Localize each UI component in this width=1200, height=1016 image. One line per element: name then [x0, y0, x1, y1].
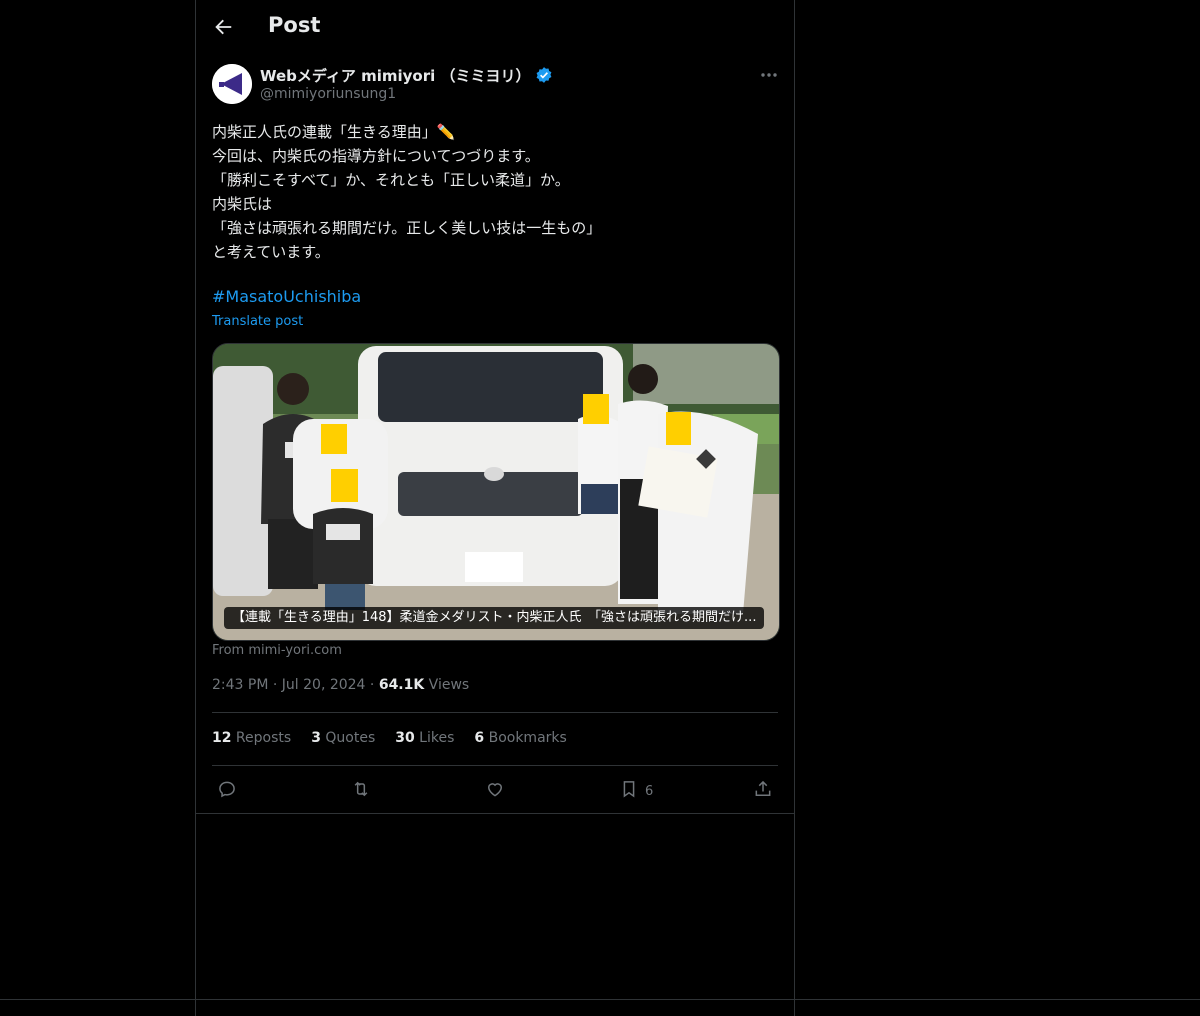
likes-label: Likes	[414, 730, 455, 746]
page-title: Post	[268, 13, 321, 37]
bookmarks-stat[interactable]: 6 Bookmarks	[474, 730, 566, 746]
back-arrow-icon[interactable]	[212, 16, 234, 38]
translate-post-link[interactable]: Translate post	[212, 314, 303, 329]
repost-icon	[351, 779, 371, 803]
more-options-icon[interactable]	[758, 66, 780, 84]
likes-stat[interactable]: 30 Likes	[395, 730, 454, 746]
bookmarks-label: Bookmarks	[484, 730, 567, 746]
card-photo	[213, 344, 779, 640]
verified-badge-icon	[535, 66, 553, 84]
bookmarks-count: 6	[474, 730, 485, 746]
divider	[212, 765, 778, 766]
divider	[196, 813, 794, 814]
views-count: 64.1K	[378, 677, 425, 693]
bookmark-icon	[619, 779, 639, 803]
views-label: Views	[424, 677, 470, 693]
tweet-line: 「勝利こそすべて」か、それとも「正しい柔道」か。	[212, 171, 570, 189]
repost-button[interactable]	[351, 780, 371, 802]
engagement-stats: 12 Reposts 3 Quotes 30 Likes 6 Bookmarks	[212, 730, 567, 746]
card-source-link[interactable]: From mimi-yori.com	[212, 643, 342, 658]
bookmark-button[interactable]: 6	[619, 780, 653, 802]
share-button[interactable]	[753, 780, 773, 802]
author-display-name[interactable]: Webメディア mimiyori （ミミヨリ）	[260, 65, 530, 86]
meta-separator: ·	[365, 677, 379, 693]
divider	[212, 712, 778, 713]
like-button[interactable]	[485, 780, 505, 802]
reply-button[interactable]	[217, 780, 237, 802]
bookmark-count: 6	[645, 783, 654, 799]
post-time[interactable]: 2:43 PM	[212, 677, 268, 693]
page-bottom-border	[0, 999, 1200, 1000]
post-date[interactable]: Jul 20, 2024	[282, 677, 366, 693]
tweet-line: 今回は、内柴氏の指導方針についてつづります。	[212, 147, 540, 165]
like-icon	[485, 779, 505, 803]
reposts-stat[interactable]: 12 Reposts	[212, 730, 291, 746]
tweet-line: 内柴正人氏の連載「生きる理由」✏️	[212, 123, 456, 141]
quotes-stat[interactable]: 3 Quotes	[311, 730, 375, 746]
tweet-text: 内柴正人氏の連載「生きる理由」✏️ 今回は、内柴氏の指導方針についてつづります。…	[212, 120, 772, 264]
action-bar: 6	[196, 776, 794, 808]
share-icon	[753, 779, 773, 803]
tweet-line: 「強さは頑張れる期間だけ。正しく美しい技は一生もの」	[212, 219, 602, 237]
post-meta: 2:43 PM · Jul 20, 2024 · 64.1K Views	[212, 677, 469, 693]
likes-count: 30	[395, 730, 415, 746]
tweet-line: と考えています。	[212, 243, 330, 261]
reposts-label: Reposts	[231, 730, 292, 746]
hashtag-link[interactable]: #MasatoUchishiba	[212, 287, 361, 306]
reply-icon	[217, 779, 237, 803]
post-header: Post	[196, 0, 794, 53]
author-handle[interactable]: @mimiyoriunsung1	[260, 86, 396, 102]
tweet-line: 内柴氏は	[212, 195, 273, 213]
quotes-label: Quotes	[320, 730, 376, 746]
avatar[interactable]	[212, 64, 252, 104]
meta-separator: ·	[268, 677, 282, 693]
card-title-overlay: 【連載「生きる理由」148】柔道金メダリスト・内柴正人氏 「強さは頑張れる期間だ…	[224, 607, 765, 629]
primary-column: Post Webメディア mimiyori （ミミヨリ） @mimiyoriun…	[195, 0, 795, 1016]
link-card[interactable]: 【連載「生きる理由」148】柔道金メダリスト・内柴正人氏 「強さは頑張れる期間だ…	[212, 343, 780, 641]
reposts-count: 12	[212, 730, 232, 746]
author-name-row[interactable]: Webメディア mimiyori （ミミヨリ）	[260, 64, 553, 86]
quotes-count: 3	[311, 730, 321, 746]
